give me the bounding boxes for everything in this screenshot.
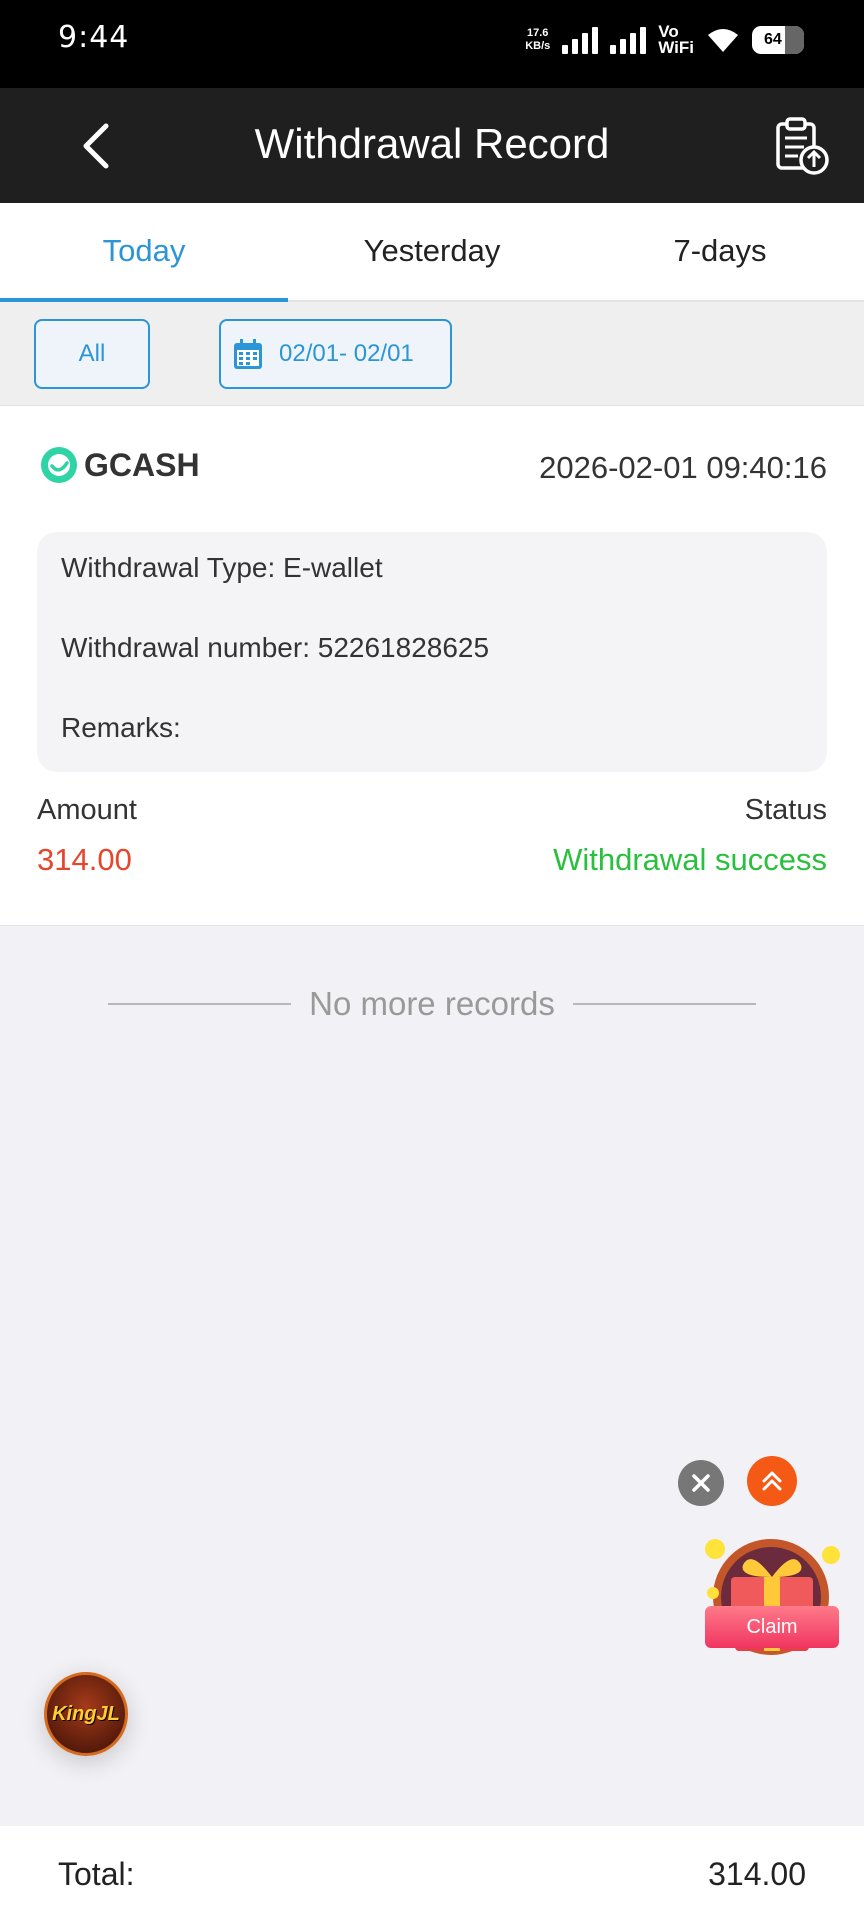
app-header: Withdrawal Record	[0, 88, 864, 203]
no-more-text: No more records	[309, 985, 555, 1022]
clipboard-upload-icon[interactable]	[774, 116, 830, 176]
vowifi-line2: WiFi	[658, 38, 694, 57]
filter-bar: All 02/01- 02/01	[0, 302, 864, 406]
claim-button[interactable]: Claim	[705, 1606, 839, 1648]
record-datetime: 2026-02-01 09:40:16	[539, 450, 827, 485]
close-icon	[692, 1474, 710, 1492]
divider-right	[572, 1003, 756, 1005]
battery-level: 64	[764, 31, 782, 48]
payment-method-name: GCASH	[84, 446, 200, 483]
withdrawal-number: Withdrawal number: 52261828625	[61, 632, 490, 663]
date-range-label: 02/01- 02/01	[279, 340, 414, 367]
net-speed-unit: KB/s	[525, 40, 551, 52]
signal-icon-2	[610, 26, 647, 54]
gcash-logo-icon	[41, 447, 77, 483]
tab-yesterday[interactable]: Yesterday	[288, 203, 576, 300]
kingjl-logo[interactable]: KingJL	[44, 1672, 128, 1756]
net-speed-value: 17.6	[527, 27, 549, 39]
amount-label: Amount	[37, 794, 137, 826]
close-promo-button[interactable]	[678, 1460, 724, 1506]
total-value: 314.00	[708, 1856, 806, 1892]
filter-all-button[interactable]: All	[34, 319, 150, 389]
withdrawal-record-card: GCASH 2026-02-01 09:40:16 Withdrawal Typ…	[0, 406, 864, 926]
status-value: Withdrawal success	[553, 842, 827, 877]
date-tabs: Today Yesterday 7-days	[0, 203, 864, 302]
calendar-icon	[234, 339, 262, 369]
double-chevron-up-icon	[762, 1471, 782, 1491]
status-bar: 9:44 17.6 KB/s Vo WiFi 64	[0, 0, 864, 88]
date-range-button[interactable]: 02/01- 02/01	[219, 319, 452, 389]
status-time: 9:44	[58, 20, 130, 55]
no-more-records: No more records	[108, 982, 756, 1026]
tab-7-days[interactable]: 7-days	[576, 203, 864, 300]
total-label: Total:	[58, 1856, 135, 1892]
record-details: Withdrawal Type: E-wallet Withdrawal num…	[37, 532, 827, 772]
tab-today[interactable]: Today	[0, 203, 288, 302]
vowifi-icon: Vo WiFi	[658, 23, 694, 57]
battery-icon: 64	[752, 26, 804, 54]
scroll-top-button[interactable]	[747, 1456, 797, 1506]
amount-value: 314.00	[37, 842, 132, 877]
divider-left	[108, 1003, 292, 1005]
remarks: Remarks:	[61, 712, 181, 743]
wifi-icon	[708, 29, 738, 52]
signal-icon	[562, 26, 599, 54]
page-title: Withdrawal Record	[254, 120, 610, 167]
payment-method: GCASH	[40, 446, 200, 484]
withdrawal-type: Withdrawal Type: E-wallet	[61, 552, 383, 583]
status-label: Status	[744, 794, 827, 826]
net-speed: 17.6 KB/s	[525, 27, 550, 53]
status-icons: 17.6 KB/s Vo WiFi 64	[525, 20, 804, 60]
total-footer: Total: 314.00	[0, 1826, 864, 1920]
kingjl-logo-text: KingJL	[52, 1702, 120, 1725]
